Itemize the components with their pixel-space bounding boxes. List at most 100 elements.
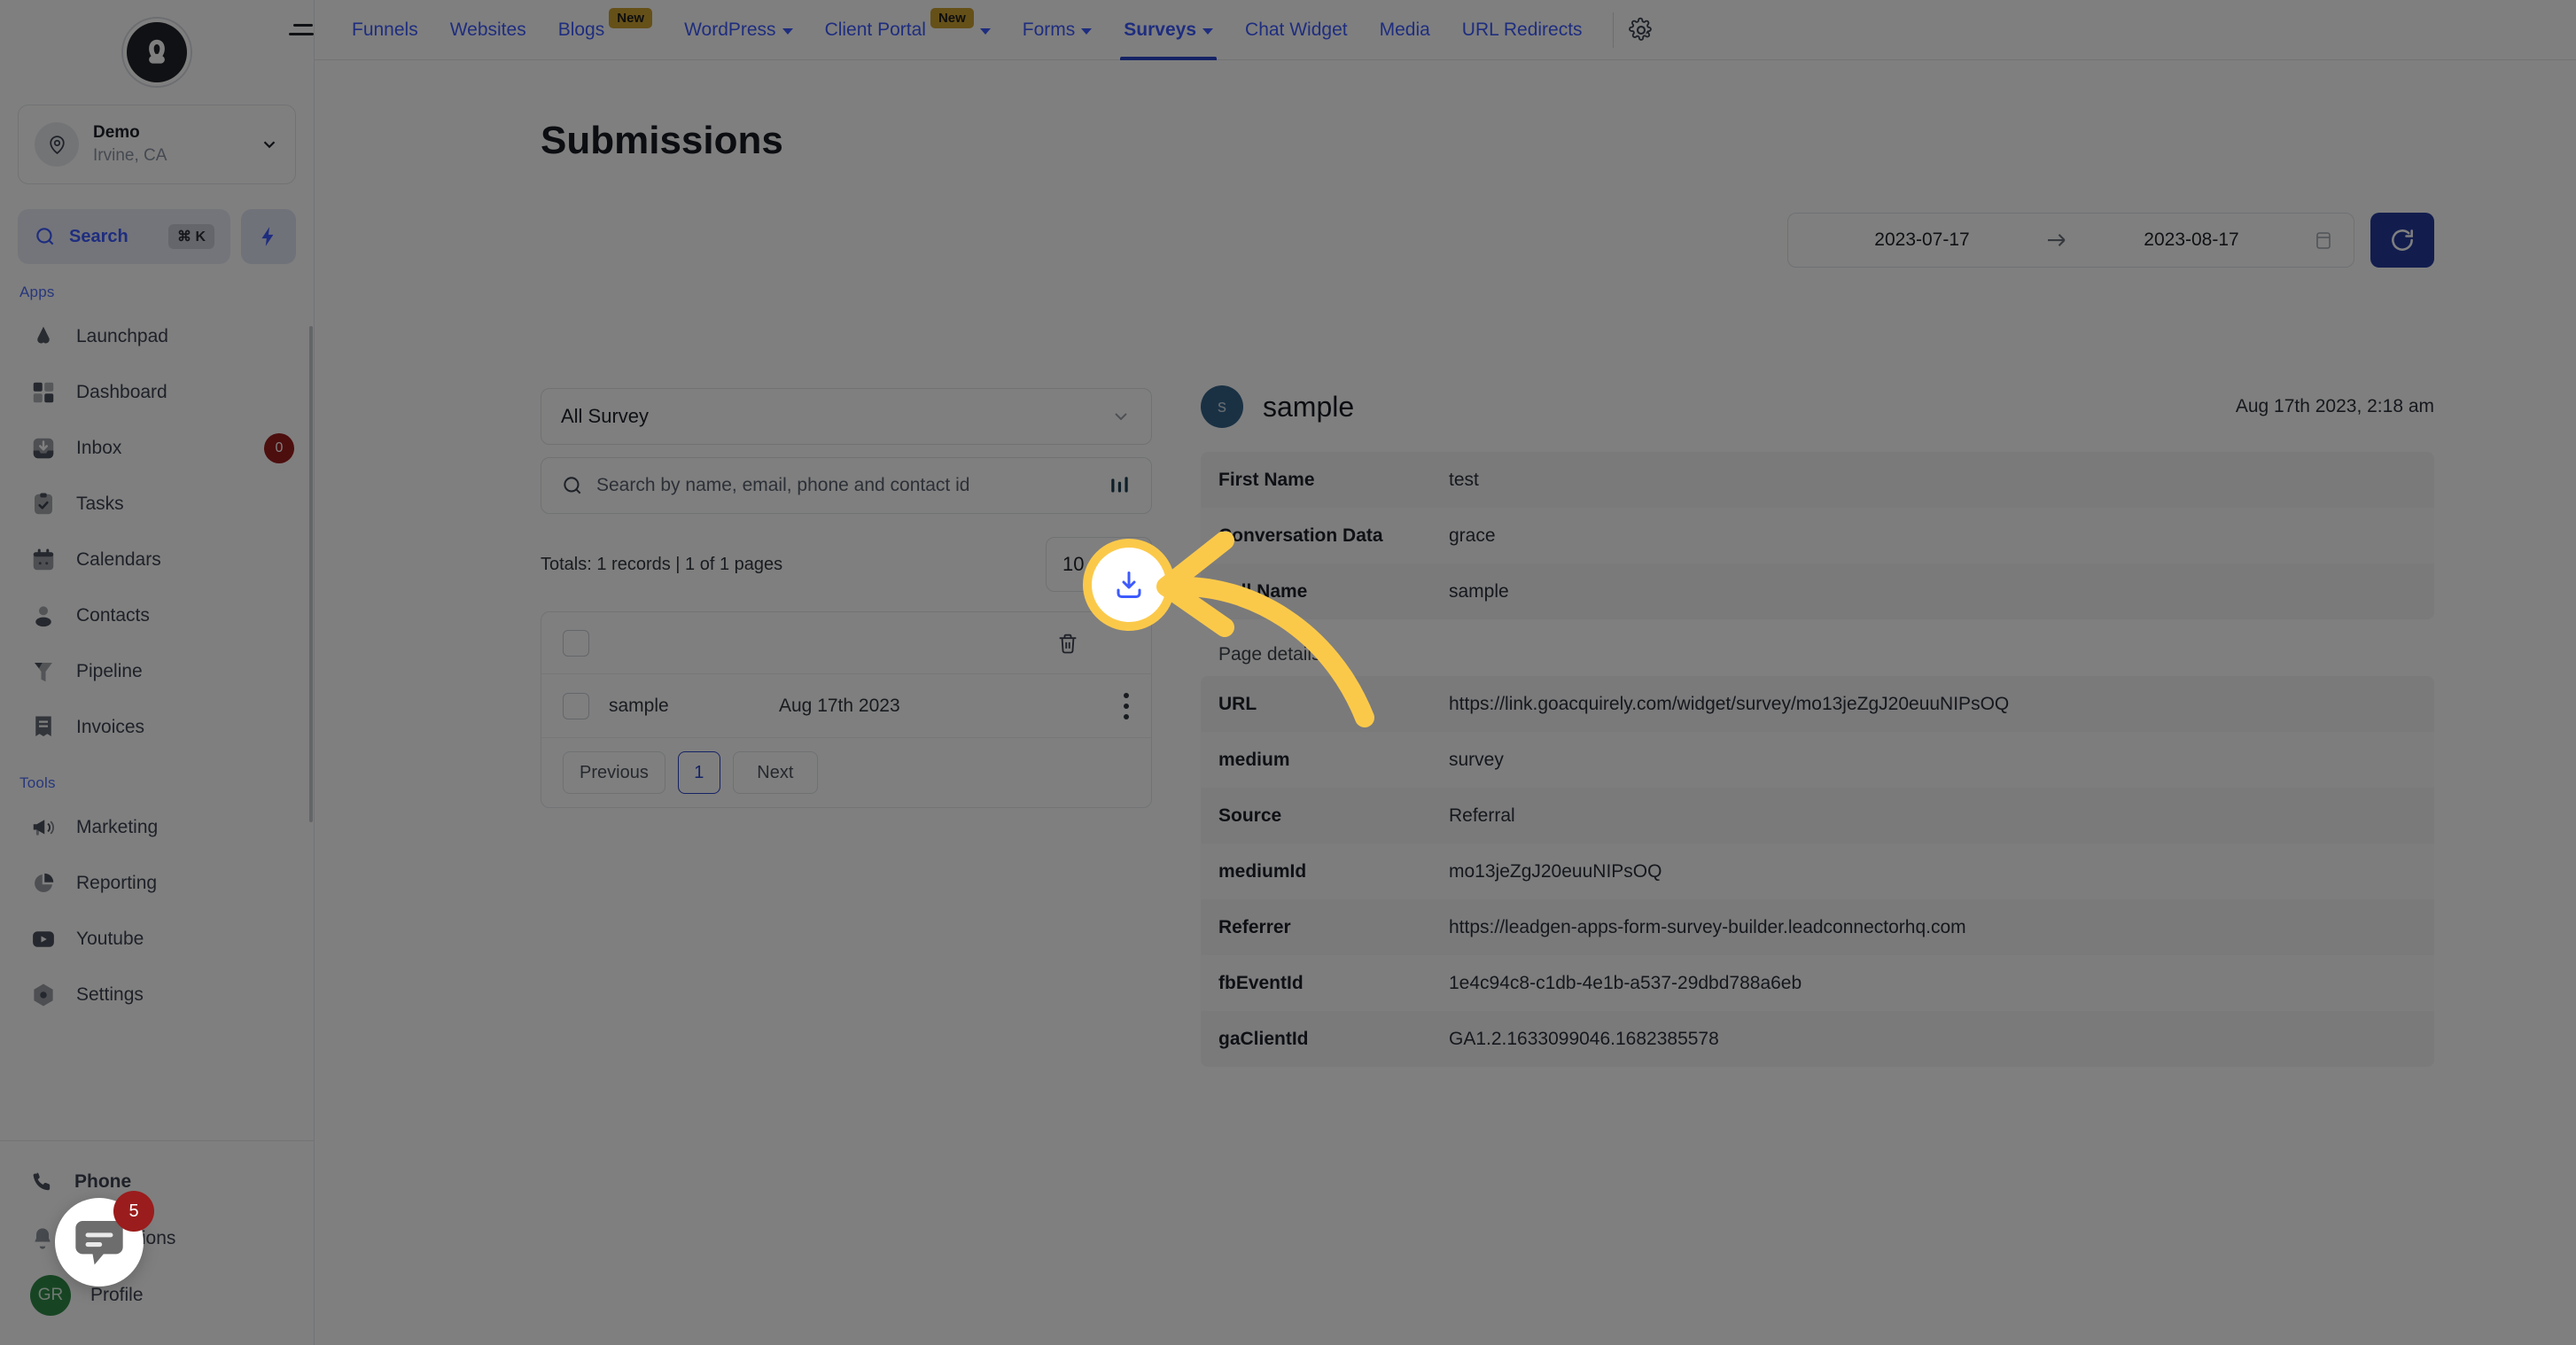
sidebar-item-dashboard[interactable]: Dashboard xyxy=(0,364,314,420)
sidebar-item-marketing[interactable]: Marketing xyxy=(0,799,314,855)
chevron-down-icon xyxy=(263,141,276,149)
dashboard-icon xyxy=(33,382,54,402)
gear-icon[interactable] xyxy=(1628,17,1654,43)
tab-funnels[interactable]: Funnels xyxy=(336,0,434,60)
tab-client-portal[interactable]: Client Portal New xyxy=(809,0,1007,60)
sidebar-item-reporting[interactable]: Reporting xyxy=(0,855,314,911)
detail-row: Referrer https://leadgen-apps-form-surve… xyxy=(1201,899,2434,955)
sidebar-item-invoices[interactable]: Invoices xyxy=(0,699,314,755)
chat-widget-badge: 5 xyxy=(113,1191,154,1232)
pie-chart-icon xyxy=(35,873,54,892)
detail-key: Conversation Data xyxy=(1218,525,1383,546)
top-navigation: Funnels Websites Blogs New WordPress Clie… xyxy=(289,0,2576,60)
tab-blogs[interactable]: Blogs New xyxy=(542,0,668,60)
detail-value: mo13jeZgJ20euuNIPsOQ xyxy=(1449,860,1662,882)
trash-icon[interactable] xyxy=(1055,631,1080,656)
row-more-menu-icon[interactable] xyxy=(1123,692,1130,719)
page-details-table: URL https://link.goacquirely.com/widget/… xyxy=(1201,676,2434,1067)
sidebar-item-tasks[interactable]: Tasks xyxy=(0,476,314,532)
location-text: Demo Irvine, CA xyxy=(93,122,245,167)
sidebar-item-youtube[interactable]: Youtube xyxy=(0,911,314,967)
avatar: s xyxy=(1201,385,1243,428)
search-icon xyxy=(36,228,54,245)
tab-label: URL Redirects xyxy=(1461,19,1583,40)
location-switcher[interactable]: Demo Irvine, CA xyxy=(18,105,296,184)
page-content: Submissions 2023-07-17 2023-08-17 All Su… xyxy=(315,60,2576,1345)
detail-row: Source Referral xyxy=(1201,788,2434,844)
sidebar-item-settings[interactable]: Settings xyxy=(0,967,314,1022)
date-end[interactable]: 2023-08-17 xyxy=(2077,229,2306,251)
detail-value: sample xyxy=(1449,580,1509,602)
sidebar-item-notifications[interactable]: Notifications xyxy=(0,1210,314,1267)
tab-surveys[interactable]: Surveys xyxy=(1108,0,1229,60)
submissions-search-input[interactable]: Search by name, email, phone and contact… xyxy=(541,457,1152,514)
brand-logo[interactable] xyxy=(0,0,314,105)
tab-url-redirects[interactable]: URL Redirects xyxy=(1446,0,1599,60)
page-number-button[interactable]: 1 xyxy=(677,751,720,794)
sidebar-item-label: Invoices xyxy=(76,716,145,737)
sidebar-nav: Apps Launchpad Dashboard Inbox 0 Tasks C… xyxy=(0,264,314,1140)
submissions-table: sample Aug 17th 2023 Previous 1 Next xyxy=(541,611,1152,808)
detail-title: sample xyxy=(1263,390,1355,423)
download-button[interactable] xyxy=(1100,628,1130,658)
previous-page-button[interactable]: Previous xyxy=(563,751,665,794)
page-details-label: Page details xyxy=(1218,644,1321,665)
totals-row: Totals: 1 records | 1 of 1 pages 10 xyxy=(541,537,1152,592)
detail-value: https://link.goacquirely.com/widget/surv… xyxy=(1449,693,2010,714)
tab-label: Surveys xyxy=(1124,19,1197,40)
select-all-checkbox[interactable] xyxy=(563,629,589,657)
sidebar-scrollbar[interactable] xyxy=(309,326,313,822)
detail-key: gaClientId xyxy=(1218,1028,1309,1049)
table-row[interactable]: sample Aug 17th 2023 xyxy=(541,674,1151,738)
sidebar-item-launchpad[interactable]: Launchpad xyxy=(0,308,314,364)
detail-key: Full Name xyxy=(1218,580,1308,602)
filter-sliders-icon[interactable] xyxy=(1109,474,1132,497)
sidebar-footer: Phone Notifications GR Profile xyxy=(0,1140,314,1345)
sidebar-item-profile[interactable]: GR Profile xyxy=(0,1267,314,1324)
sidebar-item-inbox[interactable]: Inbox 0 xyxy=(0,420,314,476)
sidebar-item-calendars[interactable]: Calendars xyxy=(0,532,314,587)
phone-icon xyxy=(33,1172,51,1191)
detail-row: First Name test xyxy=(1201,452,2434,508)
sidebar-item-contacts[interactable]: Contacts xyxy=(0,587,314,643)
sidebar-item-phone[interactable]: Phone xyxy=(0,1154,314,1210)
tab-forms[interactable]: Forms xyxy=(1007,0,1109,60)
tab-label: Media xyxy=(1379,19,1430,40)
sidebar-item-pipeline[interactable]: Pipeline xyxy=(0,643,314,699)
detail-key: medium xyxy=(1218,749,1290,770)
chevron-down-icon xyxy=(1202,28,1214,35)
tab-label: Forms xyxy=(1022,19,1076,40)
quick-actions-button[interactable] xyxy=(241,209,296,264)
sidebar-item-label: Youtube xyxy=(76,928,144,949)
detail-value: survey xyxy=(1449,749,1504,770)
sidebar-item-label: Settings xyxy=(76,983,144,1005)
inbox-badge: 0 xyxy=(264,432,294,463)
contacts-icon xyxy=(35,605,51,626)
sidebar-item-label: Tasks xyxy=(76,493,124,514)
search-shortcut: ⌘ K xyxy=(168,224,214,249)
date-start[interactable]: 2023-07-17 xyxy=(1808,229,2036,251)
inbox-icon xyxy=(33,438,54,458)
next-page-button[interactable]: Next xyxy=(732,751,818,794)
chevron-down-icon xyxy=(782,28,793,35)
totals-label: Totals: 1 records | 1 of 1 pages xyxy=(541,554,783,574)
sidebar-toggle-button[interactable] xyxy=(279,24,323,35)
detail-row: fbEventId 1e4c94c8-c1db-4e1b-a537-29dbd7… xyxy=(1201,955,2434,1011)
chevron-down-icon xyxy=(1081,28,1093,35)
download-button-highlight[interactable] xyxy=(1083,539,1175,631)
brand-a-logo-icon xyxy=(127,22,187,82)
sidebar-item-label: Reporting xyxy=(76,872,158,893)
survey-filter-select[interactable]: All Survey xyxy=(541,388,1152,445)
tab-media[interactable]: Media xyxy=(1364,0,1446,60)
date-range-picker[interactable]: 2023-07-17 2023-08-17 xyxy=(1787,213,2354,268)
global-search-button[interactable]: Search ⌘ K xyxy=(18,209,230,264)
tab-websites[interactable]: Websites xyxy=(434,0,542,60)
tab-wordpress[interactable]: WordPress xyxy=(668,0,808,60)
detail-row: Conversation Data grace xyxy=(1201,508,2434,564)
table-header-row xyxy=(541,612,1151,674)
refresh-button[interactable] xyxy=(2370,213,2434,268)
row-checkbox[interactable] xyxy=(563,692,589,719)
tab-label: Client Portal xyxy=(824,19,926,40)
detail-value: test xyxy=(1449,469,1479,490)
tab-chat-widget[interactable]: Chat Widget xyxy=(1229,0,1364,60)
